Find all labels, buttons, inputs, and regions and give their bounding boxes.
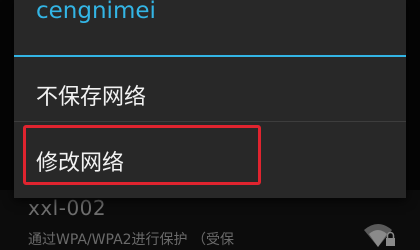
forget-network-menu-item[interactable]: 不保存网络	[14, 57, 406, 121]
wifi-ssid: xxl-002	[28, 196, 107, 220]
highlight-annotation-box	[23, 125, 261, 185]
screen: xxl-002 通过WPA/WPA2进行保护 （受保 cengnimei 不保存…	[0, 0, 420, 250]
menu-divider	[14, 121, 406, 122]
forget-network-label: 不保存网络	[36, 85, 147, 110]
network-options-dialog: cengnimei 不保存网络 修改网络	[14, 0, 406, 198]
dialog-title: cengnimei	[36, 0, 156, 24]
wifi-lock-icon	[364, 224, 395, 247]
wifi-security-text: 通过WPA/WPA2进行保护 （受保	[28, 232, 235, 248]
